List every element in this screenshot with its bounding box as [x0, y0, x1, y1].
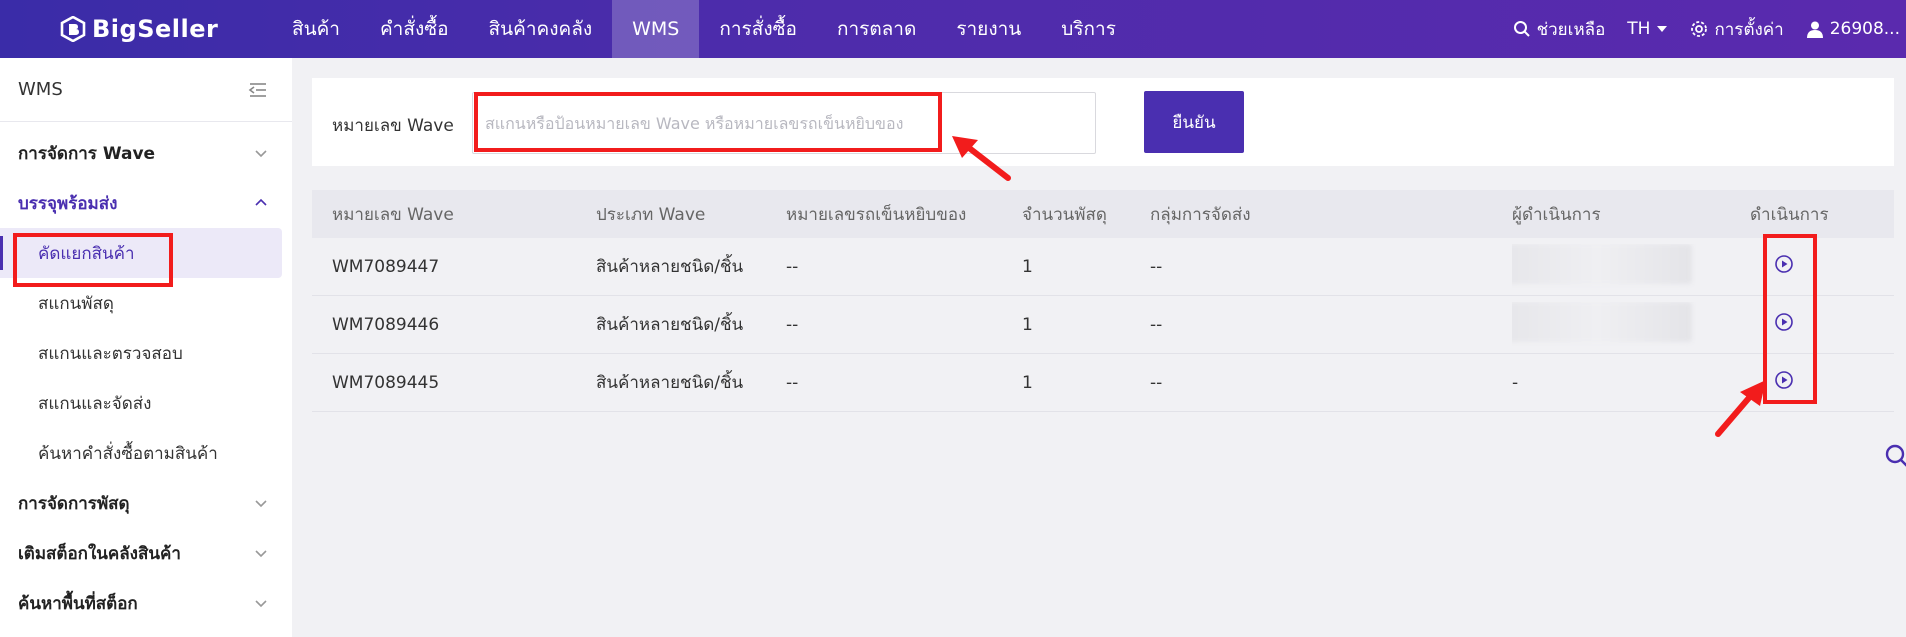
cell-cart-number: -- [786, 372, 799, 393]
column-header-action: ดำเนินการ [1750, 204, 1829, 225]
table-row: WM7089446 สินค้าหลายชนิด/ชิ้น -- 1 -- [312, 296, 1894, 354]
chevron-down-icon [255, 550, 267, 558]
floating-search-icon[interactable] [1884, 443, 1906, 469]
sidebar-group-label: การจัดการพัสดุ [18, 493, 130, 514]
column-header-parcel-count: จำนวนพัสดุ [1022, 204, 1107, 225]
annotation-box-sidebar [13, 233, 173, 287]
help-label: ช่วยเหลือ [1536, 19, 1606, 40]
cell-wave-number: WM7089446 [332, 314, 440, 335]
nav-item-marketing[interactable]: การตลาด [817, 0, 936, 58]
annotation-arrow-icon [1715, 380, 1766, 437]
top-right-menu: ช่วยเหลือ TH การตั้งค่า 26908... [1513, 0, 1906, 58]
language-select[interactable]: TH [1627, 19, 1668, 39]
search-icon [1513, 21, 1530, 37]
annotation-box-actions [1763, 234, 1817, 404]
sidebar-item-scan-ship[interactable]: สแกนและจัดส่ง [0, 378, 292, 428]
column-header-cart-number: หมายเลขรถเข็นหยิบของ [786, 204, 967, 225]
chevron-up-icon [255, 198, 267, 206]
column-header-wave-number: หมายเลข Wave [332, 204, 454, 225]
cell-wave-type: สินค้าหลายชนิด/ชิ้น [596, 315, 744, 335]
main-nav: สินค้า คำสั่งซื้อ สินค้าคงคลัง WMS การสั… [272, 0, 1136, 58]
nav-item-wms[interactable]: WMS [612, 0, 700, 58]
sidebar-group-parcel[interactable]: การจัดการพัสดุ [0, 478, 292, 528]
column-header-operator: ผู้ดำเนินการ [1512, 204, 1601, 225]
cell-shipping-group: -- [1150, 372, 1163, 393]
nav-item-purchase[interactable]: การสั่งซื้อ [699, 0, 817, 58]
cell-parcel-count: 1 [1022, 372, 1033, 393]
wave-table: หมายเลข Wave ประเภท Wave หมายเลขรถเข็นหย… [312, 190, 1894, 412]
sidebar-group-packing[interactable]: บรรจุพร้อมส่ง [0, 178, 292, 228]
sidebar-group-label: ค้นหาพื้นที่สต็อก [18, 593, 138, 614]
nav-item-orders[interactable]: คำสั่งซื้อ [360, 0, 469, 58]
settings-label: การตั้งค่า [1714, 19, 1784, 40]
bigseller-logo-icon [60, 16, 86, 42]
cell-cart-number: -- [786, 314, 799, 335]
gear-icon [1691, 21, 1708, 37]
cell-operator [1512, 244, 1750, 289]
sidebar-item-scan-check[interactable]: สแกนและตรวจสอบ [0, 328, 292, 378]
sidebar-group-label: การจัดการ Wave [18, 143, 156, 164]
cell-wave-number: WM7089445 [332, 372, 440, 393]
user-label: 26908... [1829, 19, 1900, 39]
collapse-menu-icon[interactable] [248, 82, 268, 98]
nav-item-products[interactable]: สินค้า [272, 0, 360, 58]
table-header: หมายเลข Wave ประเภท Wave หมายเลขรถเข็นหย… [312, 190, 1894, 238]
sidebar-item-search-orders[interactable]: ค้นหาคำสั่งซื้อตามสินค้า [0, 428, 292, 478]
chevron-down-icon [255, 500, 267, 508]
cell-wave-number: WM7089447 [332, 256, 440, 277]
user-icon [1806, 21, 1823, 38]
language-label: TH [1627, 19, 1651, 39]
blurred-operator [1512, 244, 1692, 284]
cell-shipping-group: -- [1150, 314, 1163, 335]
table-row: WM7089447 สินค้าหลายชนิด/ชิ้น -- 1 -- [312, 238, 1894, 296]
confirm-button[interactable]: ยืนยัน [1144, 91, 1244, 153]
cell-parcel-count: 1 [1022, 314, 1033, 335]
nav-item-inventory[interactable]: สินค้าคงคลัง [469, 0, 613, 58]
table-row: WM7089445 สินค้าหลายชนิด/ชิ้น -- 1 -- - [312, 354, 1894, 412]
logo-text: BigSeller [92, 15, 219, 43]
cell-parcel-count: 1 [1022, 256, 1033, 277]
sidebar: WMS การจัดการ Wave บรรจุพร้อมส่ง คัดแยกส… [0, 58, 292, 637]
cell-cart-number: -- [786, 256, 799, 277]
sidebar-header: WMS [0, 58, 292, 122]
settings-link[interactable]: การตั้งค่า [1690, 16, 1784, 43]
sidebar-group-restock[interactable]: เติมสต็อกในคลังสินค้า [0, 528, 292, 578]
chevron-down-icon [255, 150, 267, 158]
annotation-arrow-icon [952, 136, 1011, 181]
column-header-shipping-group: กลุ่มการจัดส่ง [1150, 204, 1251, 225]
chevron-down-icon [255, 600, 267, 608]
column-header-wave-type: ประเภท Wave [596, 204, 706, 225]
logo[interactable]: BigSeller [60, 13, 218, 45]
blurred-operator [1512, 302, 1692, 342]
sidebar-group-stock-area[interactable]: ค้นหาพื้นที่สต็อก [0, 578, 292, 628]
cell-wave-type: สินค้าหลายชนิด/ชิ้น [596, 373, 744, 393]
sidebar-group-label: เติมสต็อกในคลังสินค้า [18, 543, 181, 564]
wave-number-label: หมายเลข Wave [332, 116, 454, 136]
sidebar-title: WMS [18, 79, 63, 100]
nav-item-reports[interactable]: รายงาน [936, 0, 1041, 58]
caret-down-icon [1657, 26, 1668, 32]
help-link[interactable]: ช่วยเหลือ [1513, 16, 1606, 43]
cell-operator [1512, 302, 1750, 347]
sidebar-group-label: บรรจุพร้อมส่ง [18, 193, 118, 214]
cell-wave-type: สินค้าหลายชนิด/ชิ้น [596, 257, 744, 277]
user-menu[interactable]: 26908... [1806, 19, 1900, 39]
nav-item-services[interactable]: บริการ [1041, 0, 1136, 58]
cell-shipping-group: -- [1150, 256, 1163, 277]
top-navbar: BigSeller สินค้า คำสั่งซื้อ สินค้าคงคลัง… [0, 0, 1906, 58]
annotation-box-input [474, 92, 942, 152]
sidebar-group-wave[interactable]: การจัดการ Wave [0, 128, 292, 178]
